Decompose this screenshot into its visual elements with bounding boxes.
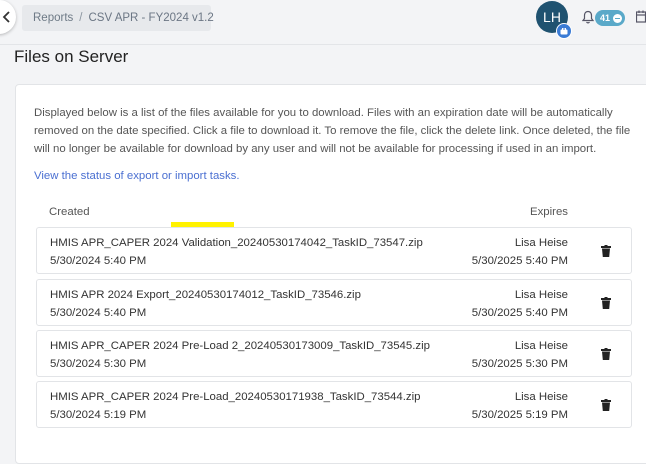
expires-date: 5/30/2025 5:40 PM [471, 307, 568, 319]
column-header-created: Created [49, 206, 90, 218]
file-row[interactable]: HMIS APR 2024 Export_20240530174012_Task… [36, 279, 632, 326]
created-date: 5/30/2024 5:40 PM [50, 307, 147, 319]
highlighted-text: Validation [181, 237, 231, 249]
top-bar: Reports / CSV APR - FY2024 v1.2 LH 41 [0, 0, 646, 45]
breadcrumb-current: CSV APR - FY2024 v1.2 [88, 12, 214, 24]
expires-date: 5/30/2025 5:19 PM [471, 409, 568, 421]
breadcrumb-reports[interactable]: Reports [33, 12, 73, 24]
owner-name: Lisa Heise [514, 391, 568, 403]
file-name-link[interactable]: HMIS APR_CAPER 2024 Validation_202405301… [50, 237, 423, 249]
file-name-link[interactable]: HMIS APR_CAPER 2024 Pre-Load 2_202405301… [50, 340, 430, 352]
owner-name: Lisa Heise [514, 289, 568, 301]
status-link[interactable]: View the status of export or import task… [34, 170, 240, 182]
breadcrumb: Reports / CSV APR - FY2024 v1.2 [22, 5, 214, 31]
file-name-link[interactable]: HMIS APR 2024 Export_20240530174012_Task… [50, 289, 361, 301]
file-name-link[interactable]: HMIS APR_CAPER 2024 Pre-Load_20240530171… [50, 391, 420, 403]
file-name-part: _20240530174042_TaskID_73547.zip [230, 237, 423, 249]
chevron-left-icon [2, 11, 10, 23]
trash-icon[interactable] [601, 399, 611, 411]
calendar-icon[interactable] [636, 10, 646, 24]
expires-date: 5/30/2025 5:30 PM [471, 358, 568, 370]
avatar-role-icon [556, 23, 572, 39]
file-name-part: HMIS APR_CAPER 2024 [50, 237, 182, 249]
expires-date: 5/30/2025 5:40 PM [471, 255, 568, 267]
owner-name: Lisa Heise [514, 340, 568, 352]
owner-name: Lisa Heise [514, 237, 568, 249]
file-row[interactable]: HMIS APR_CAPER 2024 Validation_202405301… [36, 227, 632, 274]
page-title: Files on Server [14, 47, 129, 66]
notification-count: 41 [599, 13, 610, 23]
notification-count-badge[interactable]: 41 [595, 10, 625, 26]
column-header-expires: Expires [530, 206, 568, 218]
created-date: 5/30/2024 5:40 PM [50, 255, 147, 267]
trash-icon[interactable] [601, 245, 611, 257]
minus-circle-icon [613, 13, 622, 23]
file-row[interactable]: HMIS APR_CAPER 2024 Pre-Load 2_202405301… [36, 330, 632, 377]
back-button[interactable] [0, 0, 16, 34]
file-row[interactable]: HMIS APR_CAPER 2024 Pre-Load_20240530171… [36, 381, 632, 428]
created-date: 5/30/2024 5:19 PM [50, 409, 147, 421]
trash-icon[interactable] [601, 348, 611, 360]
breadcrumb-separator: / [79, 12, 83, 24]
description-text: Displayed below is a list of the files a… [34, 107, 631, 155]
created-date: 5/30/2024 5:30 PM [50, 358, 147, 370]
bell-icon[interactable] [582, 10, 594, 24]
trash-icon[interactable] [601, 297, 611, 309]
